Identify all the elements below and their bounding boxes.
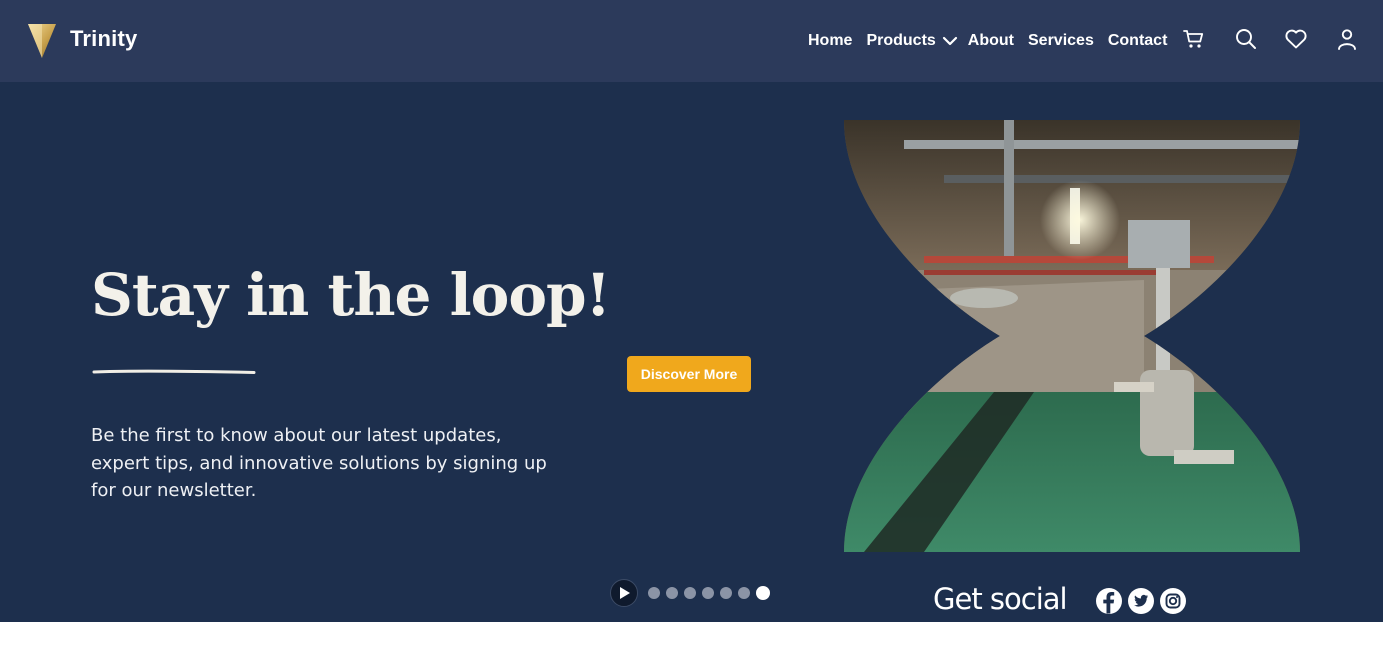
nav-about[interactable]: About — [968, 32, 1014, 50]
brush-underline-divider — [92, 369, 256, 374]
user-icon[interactable] — [1335, 27, 1359, 51]
newsletter-hero: Stay in the loop! Be the first to know a… — [0, 82, 1383, 622]
triangle-logo-icon[interactable] — [28, 22, 56, 58]
search-icon[interactable] — [1234, 27, 1258, 51]
get-social-label: Get social — [933, 582, 1068, 616]
carousel-dot-4[interactable] — [702, 587, 714, 599]
carousel-dot-3[interactable] — [684, 587, 696, 599]
nav-products-label: Products — [866, 32, 936, 49]
twitter-icon[interactable] — [1127, 587, 1155, 615]
facebook-icon[interactable] — [1095, 587, 1123, 615]
nav-home[interactable]: Home — [808, 32, 852, 50]
carousel-dot-5[interactable] — [720, 587, 732, 599]
chevron-down-icon — [942, 36, 957, 45]
hero-description: Be the first to know about our latest up… — [91, 425, 547, 501]
instagram-icon[interactable] — [1159, 587, 1187, 615]
carousel-dot-2[interactable] — [666, 587, 678, 599]
hourglass-utility-room-photo — [844, 120, 1300, 552]
brand-name[interactable]: Trinity — [70, 26, 137, 52]
discover-more-button[interactable]: Discover More — [627, 356, 751, 392]
hero-headline: Stay in the loop! — [91, 261, 611, 329]
carousel-dot-6[interactable] — [738, 587, 750, 599]
carousel-play-button[interactable] — [610, 579, 638, 607]
play-icon — [620, 587, 630, 599]
nav-products[interactable]: Products — [866, 32, 957, 50]
carousel-controls — [610, 579, 776, 607]
nav-contact[interactable]: Contact — [1108, 32, 1168, 50]
top-navigation-bar: Trinity Home Products About Services Con… — [0, 0, 1383, 82]
heart-icon[interactable] — [1284, 27, 1308, 51]
carousel-dot-1[interactable] — [648, 587, 660, 599]
cart-icon[interactable] — [1182, 27, 1206, 51]
main-nav: Home Products About Services Contact — [808, 30, 1167, 52]
carousel-dot-7-active[interactable] — [756, 586, 770, 600]
nav-services[interactable]: Services — [1028, 32, 1094, 50]
